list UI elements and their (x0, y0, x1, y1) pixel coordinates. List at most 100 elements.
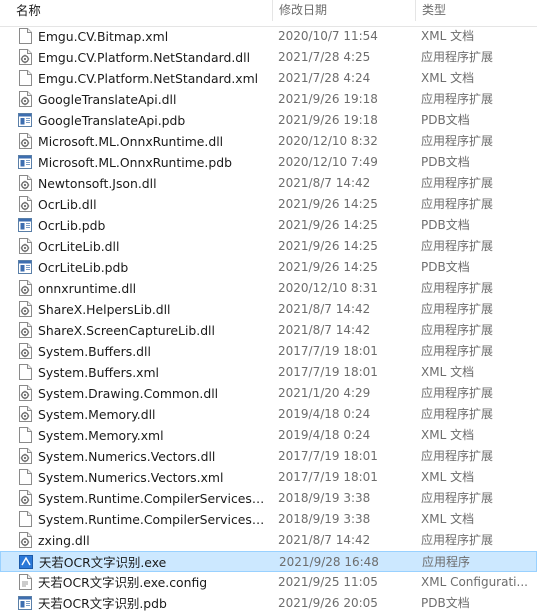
file-name: System.Buffers.xml (38, 365, 159, 380)
file-name: System.Numerics.Vectors.dll (38, 449, 216, 464)
file-type: PDB文档 (421, 596, 470, 610)
pdb-icon (18, 595, 32, 611)
file-row[interactable]: OcrLiteLib.pdb 2021/9/26 14:25 PDB文档 (0, 257, 537, 278)
column-header-bar: ^ 名称 修改日期 类型 (0, 0, 537, 27)
file-row-selected[interactable]: 天若OCR文字识别.exe 2021/9/28 16:48 应用程序 (0, 551, 537, 572)
file-type: 应用程序扩展 (421, 323, 494, 337)
file-name: ShareX.ScreenCaptureLib.dll (38, 323, 215, 338)
pdb-icon (18, 154, 32, 170)
file-type: PDB文档 (421, 155, 470, 169)
file-type: 应用程序扩展 (421, 92, 494, 106)
file-row[interactable]: zxing.dll 2021/8/7 14:42 应用程序扩展 (0, 530, 537, 551)
file-date-modified: 2021/8/7 14:42 (278, 323, 371, 337)
file-name: System.Runtime.CompilerServices.Un... (38, 491, 266, 506)
file-row[interactable]: ShareX.ScreenCaptureLib.dll 2021/8/7 14:4… (0, 320, 537, 341)
file-type: 应用程序扩展 (421, 491, 494, 505)
column-header-date-modified[interactable]: 修改日期 (272, 0, 415, 21)
dll-icon (18, 448, 32, 464)
file-type: 应用程序扩展 (421, 386, 494, 400)
file-type: 应用程序扩展 (421, 281, 494, 295)
file-type: XML 文档 (421, 428, 475, 442)
file-type: 应用程序扩展 (421, 302, 494, 316)
file-type: XML 文档 (421, 71, 475, 85)
file-row[interactable]: System.Runtime.CompilerServices.Un... 201… (0, 509, 537, 530)
dll-icon (18, 49, 32, 65)
file-name: Emgu.CV.Platform.NetStandard.dll (38, 50, 251, 65)
file-row[interactable]: Emgu.CV.Platform.NetStandard.xml 2021/7/2… (0, 68, 537, 89)
file-row[interactable]: OcrLib.dll 2021/9/26 14:25 应用程序扩展 (0, 194, 537, 215)
exe-icon (19, 554, 33, 570)
file-date-modified: 2021/9/26 19:18 (278, 113, 378, 127)
file-name: GoogleTranslateApi.dll (38, 92, 177, 107)
file-date-modified: 2021/9/26 14:25 (278, 197, 378, 211)
file-row[interactable]: System.Runtime.CompilerServices.Un... 201… (0, 488, 537, 509)
file-row[interactable]: System.Numerics.Vectors.dll 2017/7/19 18:… (0, 446, 537, 467)
file-type: 应用程序扩展 (421, 533, 494, 547)
pdb-icon (18, 112, 32, 128)
file-date-modified: 2021/9/26 14:25 (278, 260, 378, 274)
file-type: XML 文档 (421, 512, 475, 526)
dll-icon (18, 343, 32, 359)
column-header-name[interactable]: 名称 (10, 0, 272, 21)
file-type: 应用程序扩展 (421, 176, 494, 190)
file-type: 应用程序扩展 (421, 239, 494, 253)
file-row[interactable]: GoogleTranslateApi.pdb 2021/9/26 19:18 PDB… (0, 110, 537, 131)
file-name: System.Numerics.Vectors.xml (38, 470, 224, 485)
file-row[interactable]: OcrLiteLib.dll 2021/9/26 14:25 应用程序扩展 (0, 236, 537, 257)
file-type: 应用程序 (422, 555, 471, 569)
file-date-modified: 2021/9/28 16:48 (279, 555, 379, 569)
file-row[interactable]: System.Numerics.Vectors.xml 2017/7/19 18:… (0, 467, 537, 488)
file-row[interactable]: System.Memory.xml 2019/4/18 0:24 XML 文档 (0, 425, 537, 446)
file-row[interactable]: OcrLib.pdb 2021/9/26 14:25 PDB文档 (0, 215, 537, 236)
dll-icon (18, 280, 32, 296)
file-row[interactable]: System.Memory.dll 2019/4/18 0:24 应用程序扩展 (0, 404, 537, 425)
file-name: 天若OCR文字识别.exe.config (38, 575, 208, 590)
file-row[interactable]: Emgu.CV.Platform.NetStandard.dll 2021/7/2… (0, 47, 537, 68)
file-name: Emgu.CV.Platform.NetStandard.xml (38, 71, 259, 86)
dll-icon (18, 532, 32, 548)
file-name: System.Buffers.dll (38, 344, 151, 359)
file-name: System.Runtime.CompilerServices.Un... (38, 512, 266, 527)
file-row[interactable]: 天若OCR文字识别.pdb 2021/9/26 20:05 PDB文档 (0, 593, 537, 614)
file-name: 天若OCR文字识别.exe (39, 555, 167, 570)
file-date-modified: 2021/7/28 4:25 (278, 50, 371, 64)
file-row[interactable]: Newtonsoft.Json.dll 2021/8/7 14:42 应用程序扩展 (0, 173, 537, 194)
file-date-modified: 2021/9/26 20:05 (278, 596, 378, 610)
file-row[interactable]: Microsoft.ML.OnnxRuntime.pdb 2020/12/10 7… (0, 152, 537, 173)
file-name: ShareX.HelpersLib.dll (38, 302, 171, 317)
file-row[interactable]: System.Buffers.xml 2017/7/19 18:01 XML 文档 (0, 362, 537, 383)
xml-icon (18, 511, 32, 527)
dll-icon (18, 133, 32, 149)
file-row[interactable]: System.Buffers.dll 2017/7/19 18:01 应用程序扩展 (0, 341, 537, 362)
dll-icon (18, 322, 32, 338)
file-row[interactable]: GoogleTranslateApi.dll 2021/9/26 19:18 应用程… (0, 89, 537, 110)
file-date-modified: 2021/9/25 11:05 (278, 575, 378, 589)
file-date-modified: 2021/8/7 14:42 (278, 176, 371, 190)
file-row[interactable]: Emgu.CV.Bitmap.xml 2020/10/7 11:54 XML 文档 (0, 26, 537, 47)
xml-icon (18, 70, 32, 86)
file-type: XML 文档 (421, 365, 475, 379)
file-date-modified: 2020/12/10 7:49 (278, 155, 378, 169)
file-type: PDB文档 (421, 218, 470, 232)
dll-icon (18, 238, 32, 254)
file-type: PDB文档 (421, 113, 470, 127)
xml-icon (18, 469, 32, 485)
file-type: 应用程序扩展 (421, 449, 494, 463)
file-row[interactable]: ShareX.HelpersLib.dll 2021/8/7 14:42 应用程序扩… (0, 299, 537, 320)
file-row[interactable]: 天若OCR文字识别.exe.config 2021/9/25 11:05 XML C… (0, 572, 537, 593)
file-row[interactable]: Microsoft.ML.OnnxRuntime.dll 2020/12/10 8… (0, 131, 537, 152)
file-type: 应用程序扩展 (421, 344, 494, 358)
file-row[interactable]: System.Drawing.Common.dll 2021/1/20 4:29 应… (0, 383, 537, 404)
dll-icon (18, 175, 32, 191)
dll-icon (18, 91, 32, 107)
column-header-type[interactable]: 类型 (415, 0, 537, 21)
file-name: Emgu.CV.Bitmap.xml (38, 29, 169, 44)
xml-icon (18, 427, 32, 443)
file-row[interactable]: onnxruntime.dll 2020/12/10 8:31 应用程序扩展 (0, 278, 537, 299)
dll-icon (18, 406, 32, 422)
file-name: OcrLiteLib.pdb (38, 260, 129, 275)
file-name: GoogleTranslateApi.pdb (38, 113, 186, 128)
file-date-modified: 2019/4/18 0:24 (278, 407, 371, 421)
file-date-modified: 2017/7/19 18:01 (278, 344, 378, 358)
file-name: zxing.dll (38, 533, 90, 548)
